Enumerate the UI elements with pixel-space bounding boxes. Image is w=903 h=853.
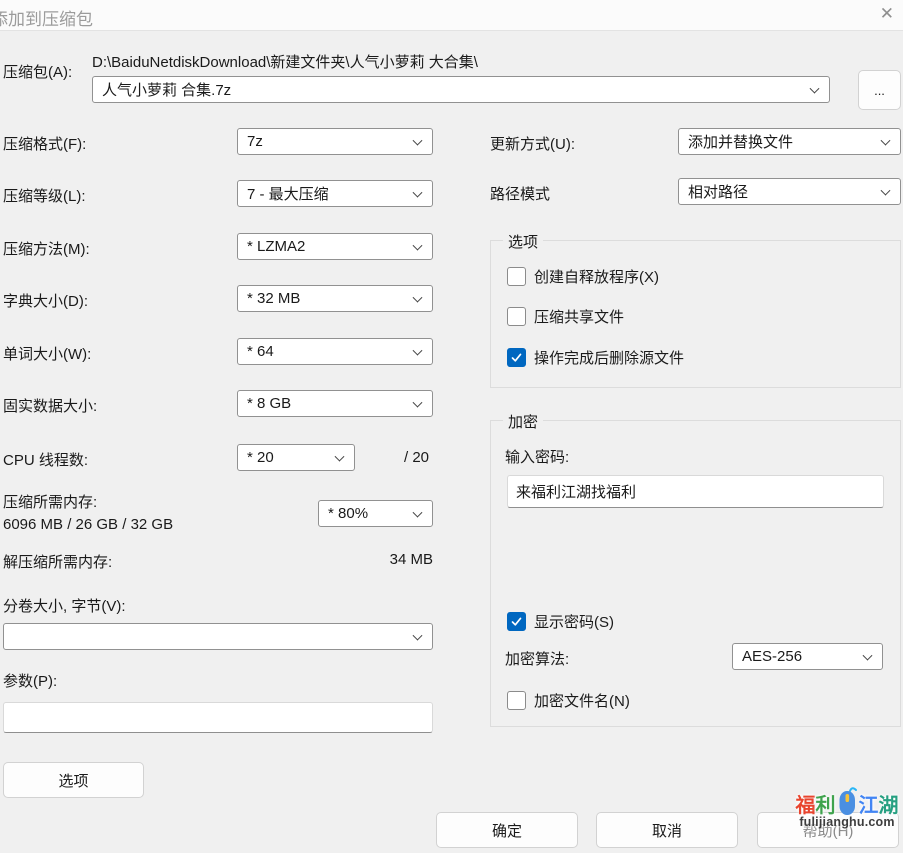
chevron-down-icon — [413, 345, 423, 355]
archive-name-combobox[interactable]: 人气小萝莉 合集.7z — [92, 76, 830, 103]
chevron-down-icon — [413, 240, 423, 250]
watermark-title: 福利江湖 — [791, 789, 903, 818]
path-mode-value: 相对路径 — [688, 181, 748, 202]
algorithm-label: 加密算法: — [505, 648, 569, 669]
browse-button-label: ... — [874, 83, 885, 98]
watermark-char: 福 — [796, 789, 816, 818]
solid-size-value: * 8 GB — [247, 395, 291, 412]
cancel-button-label: 取消 — [652, 820, 682, 841]
checkbox-label[interactable]: 压缩共享文件 — [534, 306, 624, 327]
chevron-down-icon — [413, 135, 423, 145]
options-button[interactable]: 选项 — [3, 762, 144, 798]
chevron-down-icon — [413, 630, 423, 640]
path-mode-select[interactable]: 相对路径 — [678, 178, 901, 205]
format-select[interactable]: 7z — [237, 128, 433, 155]
memory-label: 压缩所需内存: — [3, 491, 97, 512]
level-value: 7 - 最大压缩 — [247, 183, 329, 204]
ok-button[interactable]: 确定 — [436, 812, 578, 848]
checkbox-box[interactable] — [507, 612, 526, 631]
encryption-group-title: 加密 — [503, 411, 543, 432]
checkbox-label[interactable]: 加密文件名(N) — [534, 690, 630, 711]
ok-button-label: 确定 — [492, 820, 522, 841]
browse-button[interactable]: ... — [858, 70, 901, 110]
chevron-down-icon — [413, 507, 423, 517]
method-select[interactable]: * LZMA2 — [237, 233, 433, 260]
watermark-char: 利 — [816, 789, 836, 818]
close-icon[interactable]: ✕ — [880, 4, 894, 24]
checkbox-box[interactable] — [507, 348, 526, 367]
password-label: 输入密码: — [505, 446, 569, 467]
checkbox-box[interactable] — [507, 691, 526, 710]
path-mode-label: 路径模式 — [490, 183, 550, 204]
parameters-label: 参数(P): — [3, 670, 57, 691]
solid-size-label: 固实数据大小: — [3, 395, 97, 416]
word-size-label: 单词大小(W): — [3, 343, 91, 364]
chevron-down-icon — [810, 83, 820, 93]
word-size-select[interactable]: * 64 — [237, 338, 433, 365]
archive-directory-path: D:\BaiduNetdiskDownload\新建文件夹\人气小萝莉 大合集\ — [92, 51, 478, 72]
solid-size-select[interactable]: * 8 GB — [237, 390, 433, 417]
dictionary-label: 字典大小(D): — [3, 290, 88, 311]
checkbox-create-sfx[interactable]: 创建自释放程序(X) — [507, 266, 659, 287]
dictionary-select[interactable]: * 32 MB — [237, 285, 433, 312]
chevron-down-icon — [335, 451, 345, 461]
volume-size-label: 分卷大小, 字节(V): — [3, 595, 126, 616]
level-label: 压缩等级(L): — [3, 185, 86, 206]
watermark-char: 江 — [859, 789, 879, 818]
check-icon — [510, 615, 523, 628]
archive-filename: 人气小萝莉 合集.7z — [102, 79, 231, 100]
memory-detail: 6096 MB / 26 GB / 32 GB — [3, 516, 173, 533]
window-title: 添加到压缩包 — [0, 5, 93, 30]
watermark-domain: fulijianghu.com — [791, 815, 903, 829]
decompress-memory-label: 解压缩所需内存: — [3, 551, 112, 572]
level-select[interactable]: 7 - 最大压缩 — [237, 180, 433, 207]
cpu-threads-select[interactable]: * 20 — [237, 444, 355, 471]
chevron-down-icon — [413, 397, 423, 407]
memory-percent-select[interactable]: * 80% — [318, 500, 433, 527]
format-label: 压缩格式(F): — [3, 133, 86, 154]
chevron-down-icon — [863, 650, 873, 660]
algorithm-value: AES-256 — [742, 648, 802, 665]
checkbox-box[interactable] — [507, 307, 526, 326]
update-mode-label: 更新方式(U): — [490, 133, 575, 154]
cpu-threads-value: * 20 — [247, 449, 274, 466]
check-icon — [510, 351, 523, 364]
checkbox-label[interactable]: 操作完成后删除源文件 — [534, 347, 684, 368]
method-value: * LZMA2 — [247, 238, 305, 255]
options-button-label: 选项 — [58, 770, 88, 791]
cancel-button[interactable]: 取消 — [596, 812, 738, 848]
format-value: 7z — [247, 133, 263, 150]
dictionary-value: * 32 MB — [247, 290, 300, 307]
algorithm-select[interactable]: AES-256 — [732, 643, 883, 670]
checkbox-compress-shared[interactable]: 压缩共享文件 — [507, 306, 624, 327]
update-mode-value: 添加并替换文件 — [688, 131, 793, 152]
password-input[interactable] — [507, 475, 884, 508]
cpu-threads-max: / 20 — [404, 449, 429, 466]
parameters-input[interactable] — [3, 702, 433, 733]
volume-size-combobox[interactable] — [3, 623, 433, 650]
options-group-title: 选项 — [503, 231, 543, 252]
checkbox-encrypt-names[interactable]: 加密文件名(N) — [507, 690, 630, 711]
chevron-down-icon — [413, 292, 423, 302]
checkbox-box[interactable] — [507, 267, 526, 286]
word-size-value: * 64 — [247, 343, 274, 360]
checkbox-label[interactable]: 创建自释放程序(X) — [534, 266, 659, 287]
title-bar: 添加到压缩包 ✕ — [0, 0, 903, 31]
watermark-logo: 福利江湖 fulijianghu.com — [791, 789, 903, 829]
cpu-threads-label: CPU 线程数: — [3, 449, 88, 470]
archive-label: 压缩包(A): — [3, 61, 72, 82]
checkbox-show-password[interactable]: 显示密码(S) — [507, 611, 614, 632]
chevron-down-icon — [881, 135, 891, 145]
memory-percent-value: * 80% — [328, 505, 368, 522]
method-label: 压缩方法(M): — [3, 238, 90, 259]
watermark-char: 湖 — [879, 789, 899, 818]
checkbox-delete-after[interactable]: 操作完成后删除源文件 — [507, 347, 684, 368]
update-mode-select[interactable]: 添加并替换文件 — [678, 128, 901, 155]
chevron-down-icon — [413, 187, 423, 197]
checkbox-label[interactable]: 显示密码(S) — [534, 611, 614, 632]
mouse-icon — [837, 786, 858, 816]
decompress-memory-value: 34 MB — [380, 551, 433, 568]
chevron-down-icon — [881, 185, 891, 195]
